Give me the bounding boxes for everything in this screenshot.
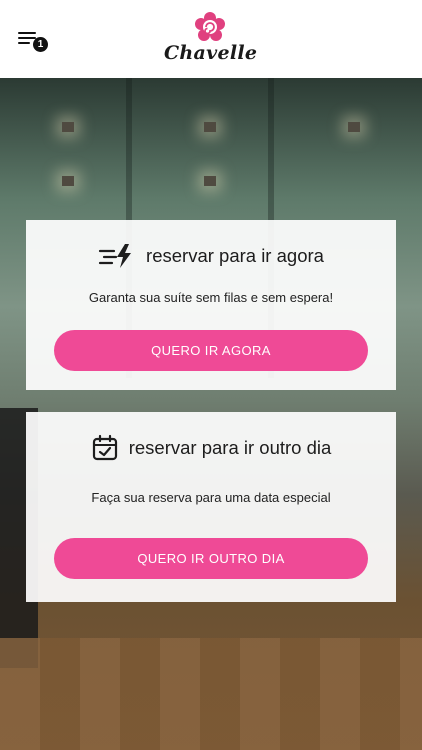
notification-badge: 1 — [33, 37, 48, 52]
hamburger-line — [18, 42, 30, 44]
hamburger-line — [18, 37, 36, 39]
reserve-other-day-card: reservar para ir outro dia Faça sua rese… — [26, 412, 396, 602]
go-now-button[interactable]: QUERO IR AGORA — [54, 330, 368, 371]
app-header: 1 Chavelle — [0, 0, 422, 79]
reserve-now-description: Garanta sua suíte sem filas e sem espera… — [88, 290, 334, 305]
menu-button[interactable]: 1 — [14, 26, 48, 54]
reserve-other-day-description: Faça sua reserva para uma data especial — [91, 490, 331, 505]
hamburger-menu-icon — [18, 32, 36, 34]
brand-logo[interactable]: Chavelle — [164, 10, 258, 70]
reserve-other-day-title-row: reservar para ir outro dia — [26, 434, 396, 467]
calendar-check-icon — [92, 434, 117, 461]
reserve-now-title: reservar para ir agora — [146, 245, 324, 266]
reserve-now-card: reservar para ir agora Garanta sua suíte… — [26, 220, 396, 390]
go-other-day-button[interactable]: QUERO IR OUTRO DIA — [54, 538, 368, 579]
flower-swirl-icon — [195, 12, 225, 41]
brand-name: Chavelle — [164, 42, 258, 64]
reserve-now-title-row: reservar para ir agora — [26, 242, 396, 275]
reserve-other-day-title: reservar para ir outro dia — [128, 437, 332, 458]
fast-lightning-icon — [98, 244, 132, 268]
